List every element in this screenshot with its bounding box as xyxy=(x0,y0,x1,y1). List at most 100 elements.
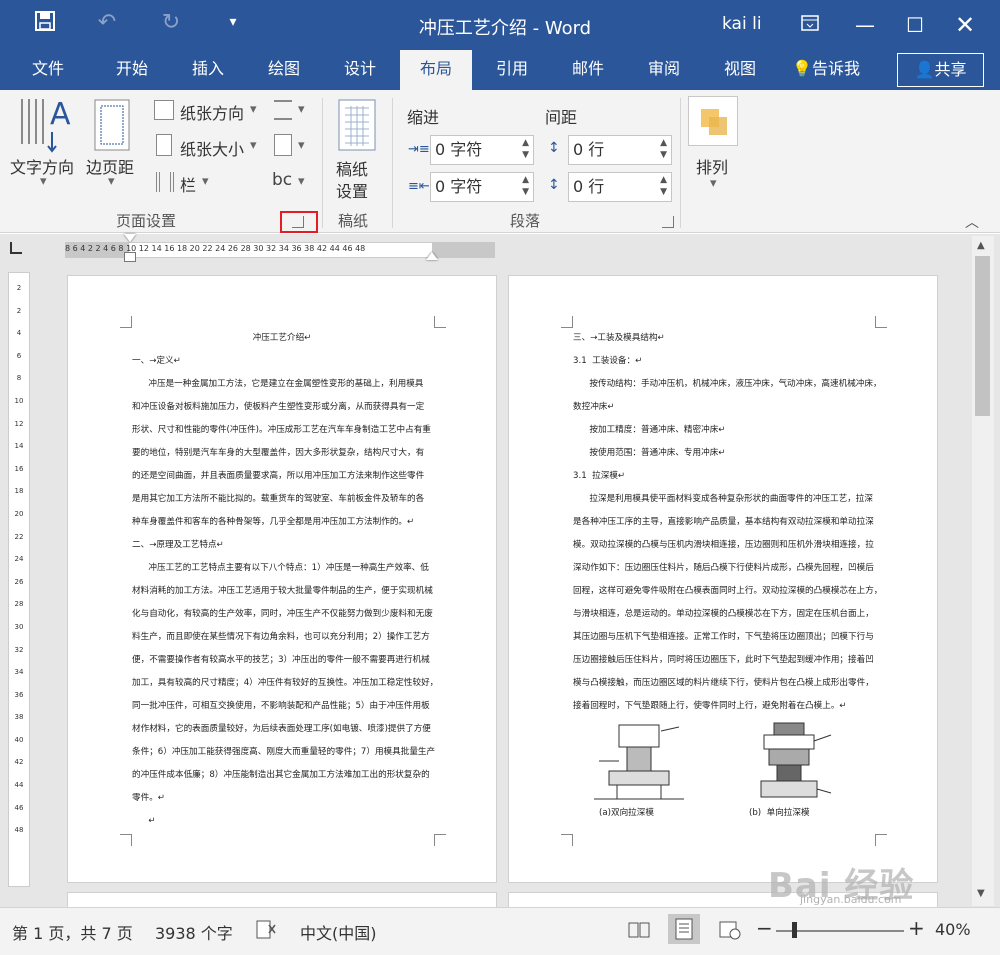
indent-left-value: 0 字符 xyxy=(435,140,483,159)
user-name[interactable]: kai li xyxy=(722,14,762,34)
tab-references[interactable]: 引用 xyxy=(480,50,544,90)
vruler-number: 34 xyxy=(14,668,24,677)
group-separator xyxy=(680,98,681,228)
spinner-arrows-icon[interactable]: ▲ ▼ xyxy=(522,137,529,161)
vruler-number: 10 xyxy=(14,396,24,405)
tab-draw[interactable]: 绘图 xyxy=(252,50,316,90)
chevron-down-icon: ▾ xyxy=(250,102,257,117)
caption-a: (a)双向拉深模 xyxy=(599,808,654,818)
word-count[interactable]: 3938 个字 xyxy=(155,920,233,944)
columns-button[interactable]: 栏 ▾ xyxy=(152,170,222,196)
manuscript-setup-button[interactable]: 稿纸 设置 xyxy=(330,96,384,201)
tab-selector-icon[interactable] xyxy=(10,242,22,254)
vruler-number: 44 xyxy=(14,781,24,790)
spinner-arrows-icon[interactable]: ▲ ▼ xyxy=(660,137,667,161)
customize-quick-access-icon[interactable]: ▾ xyxy=(218,14,248,30)
web-layout-icon[interactable] xyxy=(718,920,742,944)
close-button[interactable]: ✕ xyxy=(945,10,985,40)
spacing-after-value: 0 行 xyxy=(573,177,605,196)
arrange-button[interactable]: 排列 ▾ xyxy=(686,96,740,196)
zoom-slider-thumb[interactable] xyxy=(792,922,797,938)
page-1-title: 冲压工艺介绍↵ xyxy=(252,333,312,343)
vruler-number: 26 xyxy=(14,577,24,586)
share-button[interactable]: 👤共享 xyxy=(897,53,984,87)
vruler-number: 2 xyxy=(16,284,22,292)
vruler-number: 14 xyxy=(14,442,24,451)
indent-right-spinner[interactable]: 0 字符 ▲ ▼ xyxy=(430,172,534,202)
window-title: 冲压工艺介绍 - Word xyxy=(418,18,592,39)
scroll-up-icon[interactable]: ▲ xyxy=(977,240,985,251)
margins-button[interactable]: 边页距 ▾ xyxy=(84,94,140,194)
text-direction-button[interactable]: A 文字方向 ▾ xyxy=(8,94,80,194)
zoom-out-button[interactable]: − xyxy=(756,916,773,940)
collapse-ribbon-icon[interactable]: ︿ xyxy=(965,212,979,232)
paragraph-dialog-launcher-icon[interactable] xyxy=(662,216,674,228)
tab-home[interactable]: 开始 xyxy=(100,50,164,90)
hyphenation-button[interactable]: bc ▾ xyxy=(270,168,310,198)
zoom-in-button[interactable]: + xyxy=(908,916,925,940)
tab-layout[interactable]: 布局 xyxy=(400,50,472,90)
save-icon[interactable] xyxy=(30,10,60,38)
chevron-down-icon: ▾ xyxy=(298,174,305,189)
tab-review[interactable]: 审阅 xyxy=(632,50,696,90)
ribbon-tab-bar: 文件 开始 插入 绘图 设计 布局 引用 邮件 审阅 视图 💡告诉我 👤共享 xyxy=(0,50,1000,90)
maximize-button[interactable]: ☐ xyxy=(895,10,935,40)
spacing-before-spinner[interactable]: 0 行 ▲ ▼ xyxy=(568,135,672,165)
size-button[interactable]: 纸张大小 ▾ xyxy=(152,134,262,160)
tab-mailings[interactable]: 邮件 xyxy=(556,50,620,90)
double-action-die-diagram xyxy=(594,724,684,800)
tell-me-search[interactable]: 💡告诉我 xyxy=(786,50,866,90)
manuscript-label-2: 设置 xyxy=(336,182,369,201)
spinner-arrows-icon[interactable]: ▲ ▼ xyxy=(660,174,667,198)
margin-corner xyxy=(434,834,446,846)
tab-view[interactable]: 视图 xyxy=(708,50,772,90)
arrange-icon xyxy=(688,96,738,146)
tell-me-label: 告诉我 xyxy=(811,59,860,78)
vruler-number: 38 xyxy=(14,713,24,722)
indent-left-icon: ⇥≡ xyxy=(408,142,430,157)
indent-marker-icon[interactable] xyxy=(124,252,136,262)
vruler-number: 48 xyxy=(14,826,24,835)
single-action-die-diagram xyxy=(760,722,832,798)
zoom-level[interactable]: 40% xyxy=(935,920,971,939)
scroll-down-icon[interactable]: ▼ xyxy=(977,888,985,899)
columns-icon xyxy=(156,172,174,192)
spacing-before-icon: ↕ xyxy=(548,140,560,156)
indent-left-spinner[interactable]: 0 字符 ▲ ▼ xyxy=(430,135,534,165)
vruler-number: 28 xyxy=(14,600,24,609)
minimize-button[interactable]: — xyxy=(845,10,885,40)
orientation-button[interactable]: 纸张方向 ▾ xyxy=(152,98,262,124)
vruler-number: 46 xyxy=(14,803,24,812)
proofing-icon[interactable] xyxy=(255,920,277,944)
breaks-button[interactable]: ▾ xyxy=(270,98,310,124)
spacing-before-value: 0 行 xyxy=(573,140,605,159)
tab-file[interactable]: 文件 xyxy=(18,50,78,90)
page-count[interactable]: 第 1 页，共 7 页 xyxy=(12,920,133,944)
lightbulb-icon: 💡 xyxy=(792,59,812,78)
language-indicator[interactable]: 中文(中国) xyxy=(300,920,377,944)
document-page-1[interactable]: 冲压工艺介绍↵ 一、→定义↵ 冲压是一种金属加工方法，它是建立在金属塑性变形的基… xyxy=(67,275,497,883)
vruler-number: 2 xyxy=(16,306,22,315)
vruler-number: 22 xyxy=(14,532,24,541)
spinner-arrows-icon[interactable]: ▲ ▼ xyxy=(522,174,529,198)
read-mode-icon[interactable] xyxy=(627,920,651,944)
vruler-number: 40 xyxy=(14,735,24,744)
caption-b: (b) 单向拉深模 xyxy=(749,808,810,818)
vertical-ruler-numbers: 2 2 4 6 8 10 12 14 16 18 20 22 24 26 28 30 32 34 36 38 40 42 4… xyxy=(11,277,27,842)
orientation-icon xyxy=(154,100,174,120)
scrollbar-thumb[interactable] xyxy=(975,256,990,416)
vertical-ruler[interactable]: 2 2 4 6 8 10 12 14 16 18 20 22 24 26 28 30 32 34 36 38 40 42 4… xyxy=(8,272,30,887)
print-layout-icon[interactable] xyxy=(668,914,700,944)
right-indent-marker-icon[interactable] xyxy=(426,252,438,260)
indent-marker-icon[interactable] xyxy=(124,234,136,242)
line-numbers-button[interactable]: ▾ xyxy=(270,134,310,160)
chevron-down-icon: ▾ xyxy=(710,176,717,191)
spacing-after-spinner[interactable]: 0 行 ▲ ▼ xyxy=(568,172,672,202)
undo-icon[interactable]: ↶ xyxy=(92,10,122,35)
chevron-down-icon: ▾ xyxy=(250,138,257,153)
ribbon-display-options-icon[interactable] xyxy=(790,10,830,40)
tab-insert[interactable]: 插入 xyxy=(176,50,240,90)
tab-design[interactable]: 设计 xyxy=(328,50,392,90)
document-page-2[interactable]: 三、→工装及模具结构↵ 3.1 工装设备：↵ 按传动结构：手动冲压机，机械冲床，… xyxy=(508,275,938,883)
redo-icon[interactable]: ↻ xyxy=(156,10,186,35)
